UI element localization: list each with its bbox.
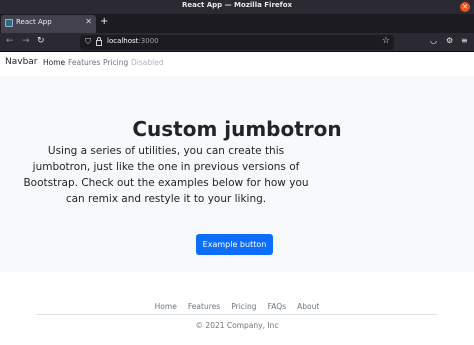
pocket-icon[interactable]: ◡: [430, 36, 437, 45]
tracking-shield-icon[interactable]: ⛉: [85, 37, 91, 47]
nav-link-home[interactable]: Home: [43, 58, 65, 67]
tab-close-icon[interactable]: ✕: [85, 17, 92, 26]
jumbotron-lead: Using a series of utilities, you can cre…: [23, 145, 309, 205]
footer-nav: Home Features Pricing FAQs About: [0, 294, 474, 311]
footer-link-faqs[interactable]: FAQs: [268, 302, 286, 311]
jumbotron: Custom jumbotron Using a series of utili…: [0, 76, 474, 272]
forward-arrow-icon[interactable]: →: [22, 36, 30, 46]
browser-tab[interactable]: React App ✕: [1, 15, 96, 33]
footer-copyright: © 2021 Company, Inc: [195, 321, 279, 330]
page-info-icon[interactable]: [96, 37, 102, 46]
footer-link-pricing[interactable]: Pricing: [231, 302, 256, 311]
jumbotron-title: Custom jumbotron: [132, 117, 342, 141]
back-arrow-icon[interactable]: ←: [6, 36, 14, 46]
site-navbar: Navbar Home Features Pricing Disabled: [0, 52, 474, 72]
footer-link-features[interactable]: Features: [188, 302, 220, 311]
footer-divider: [36, 314, 437, 315]
footer-link-about[interactable]: About: [297, 302, 319, 311]
extensions-icon[interactable]: ⚙: [446, 36, 453, 45]
url-port: :3000: [138, 37, 159, 45]
browser-toolbar: ← → ↻ ⛉ localhost:3000 ☆ ◡ ⚙ ≡: [0, 33, 474, 52]
window-titlebar: React App — Mozilla Firefox ✕: [0, 0, 474, 14]
window-title: React App — Mozilla Firefox: [181, 1, 293, 9]
hamburger-menu-icon[interactable]: ≡: [461, 36, 468, 45]
url-text[interactable]: localhost:3000: [107, 37, 159, 45]
new-tab-icon[interactable]: +: [100, 16, 108, 27]
nav-link-disabled: Disabled: [131, 58, 164, 67]
example-button[interactable]: Example button: [196, 234, 273, 255]
url-bar[interactable]: ⛉ localhost:3000 ☆: [80, 35, 394, 50]
page-viewport: Navbar Home Features Pricing Disabled Cu…: [0, 52, 474, 345]
tab-title: React App: [16, 18, 52, 26]
page-favicon-icon: [5, 19, 13, 27]
footer-link-home[interactable]: Home: [155, 302, 177, 311]
bookmark-star-icon[interactable]: ☆: [382, 36, 390, 46]
reload-icon[interactable]: ↻: [37, 36, 45, 46]
navbar-brand[interactable]: Navbar: [5, 57, 38, 67]
tab-strip: React App ✕ +: [0, 14, 474, 33]
url-host: localhost: [107, 37, 139, 45]
window-close-button[interactable]: ✕: [460, 2, 470, 12]
nav-link-features[interactable]: Features: [68, 58, 100, 67]
nav-link-pricing[interactable]: Pricing: [103, 58, 128, 67]
